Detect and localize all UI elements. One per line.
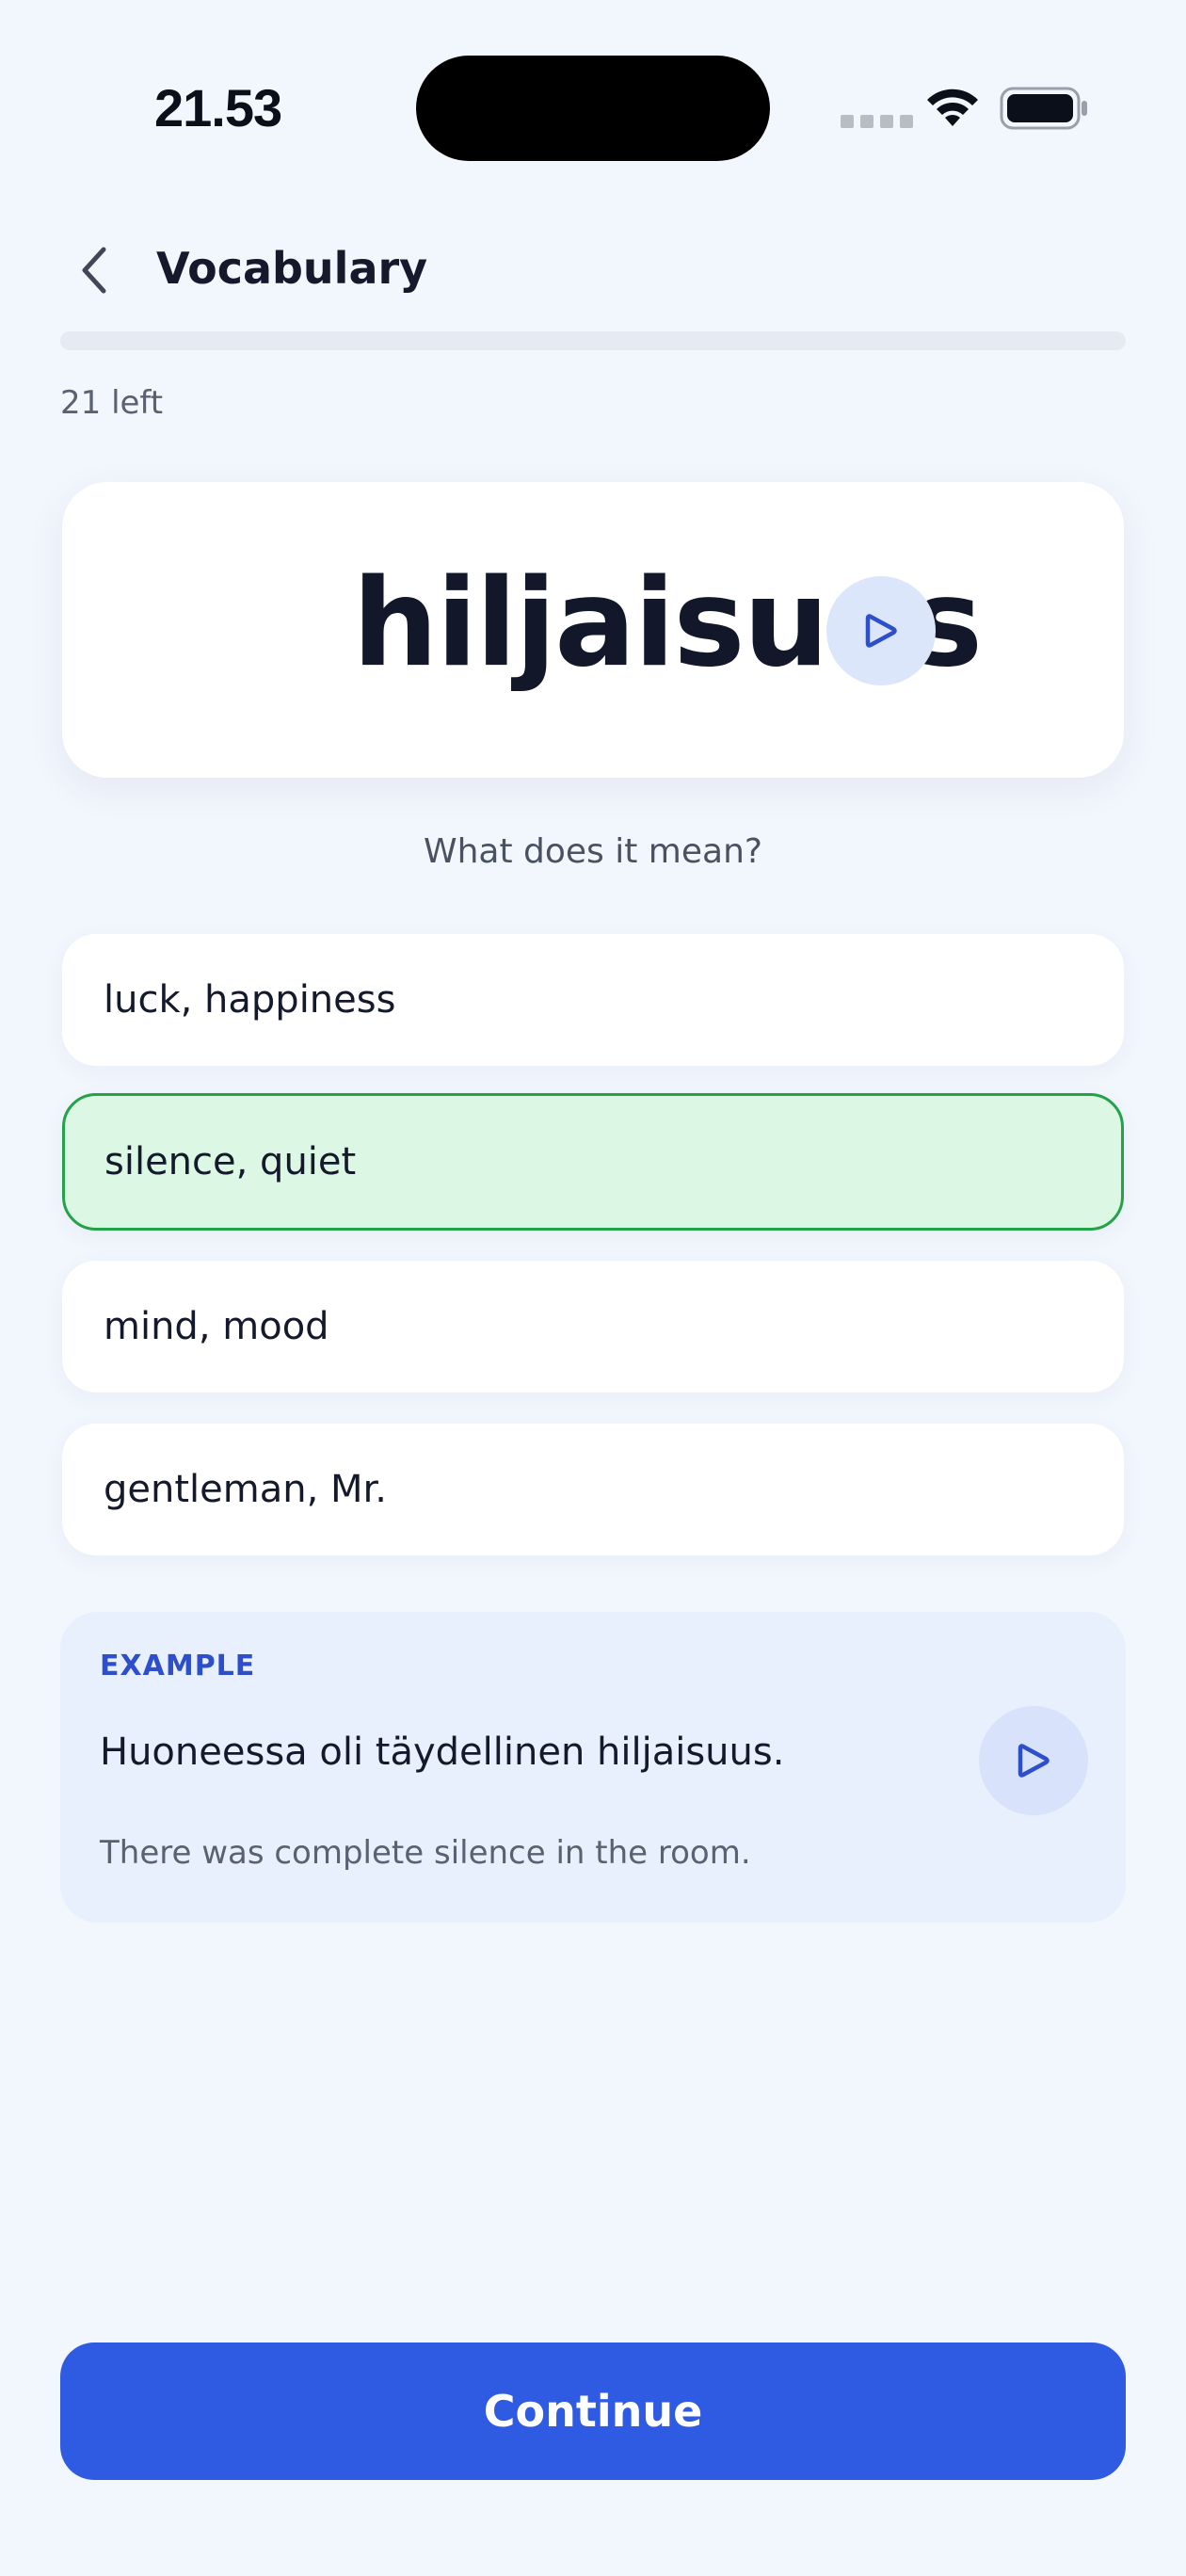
question-prompt: What does it mean? bbox=[423, 832, 763, 871]
page-title: Vocabulary bbox=[156, 243, 428, 294]
example-label: EXAMPLE bbox=[100, 1650, 256, 1682]
example-card: EXAMPLE Huoneessa oli täydellinen hiljai… bbox=[60, 1612, 1126, 1923]
example-audio-button[interactable] bbox=[979, 1706, 1088, 1815]
continue-button[interactable]: Continue bbox=[60, 2343, 1126, 2480]
play-icon bbox=[1018, 1744, 1050, 1778]
play-icon bbox=[865, 614, 897, 648]
answer-option[interactable]: gentleman, Mr. bbox=[62, 1424, 1124, 1555]
answer-option[interactable]: mind, mood bbox=[62, 1261, 1124, 1393]
screen: 21.53 Vocabulary 21 left hiljaisuus What… bbox=[0, 0, 1186, 2576]
example-sentence: Huoneessa oli täydellinen hiljaisuus. bbox=[100, 1731, 785, 1774]
example-translation: There was complete silence in the room. bbox=[100, 1834, 751, 1872]
battery-icon bbox=[1000, 87, 1087, 130]
answer-option[interactable]: luck, happiness bbox=[62, 934, 1124, 1066]
status-time: 21.53 bbox=[154, 78, 282, 137]
cellular-signal-icon bbox=[841, 115, 913, 128]
word-card: hiljaisuus bbox=[62, 482, 1124, 778]
back-button[interactable] bbox=[66, 237, 122, 303]
answer-option-correct[interactable]: silence, quiet bbox=[62, 1093, 1124, 1231]
wifi-icon bbox=[927, 89, 978, 126]
dynamic-island bbox=[416, 56, 770, 161]
word-audio-button[interactable] bbox=[826, 576, 936, 685]
chevron-left-icon bbox=[82, 247, 106, 294]
progress-bar bbox=[60, 331, 1126, 350]
remaining-count: 21 left bbox=[60, 384, 164, 422]
